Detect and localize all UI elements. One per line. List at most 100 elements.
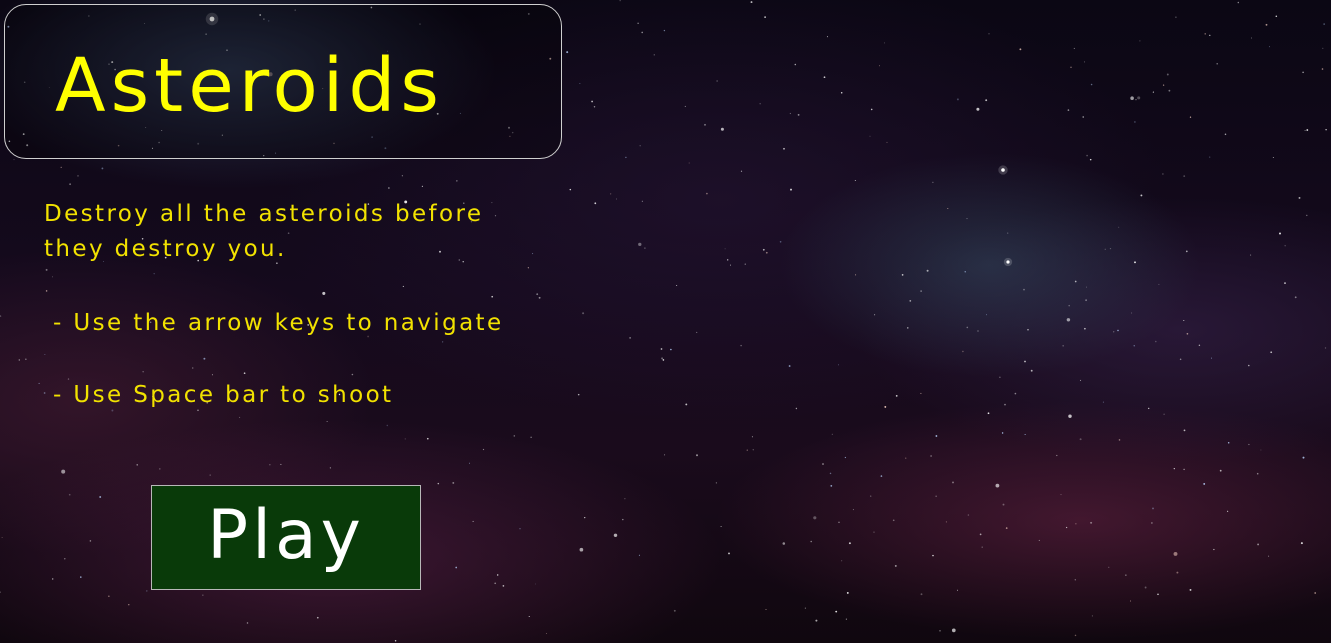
- star: [1175, 16, 1177, 19]
- star: [1084, 327, 1086, 330]
- star: [1024, 360, 1026, 363]
- star: [981, 546, 983, 548]
- star: [724, 248, 726, 250]
- star: [1113, 331, 1115, 333]
- star: [497, 574, 499, 576]
- star: [402, 285, 404, 287]
- play-button[interactable]: Play: [151, 485, 421, 590]
- star: [706, 192, 708, 195]
- star: [788, 365, 791, 367]
- star: [779, 240, 782, 243]
- star: [894, 564, 897, 567]
- star: [513, 435, 516, 437]
- star: [243, 372, 246, 375]
- star: [932, 181, 934, 183]
- bright-star: [1006, 260, 1010, 264]
- star: [613, 533, 618, 538]
- star: [1084, 61, 1086, 63]
- star: [831, 433, 833, 435]
- star: [1260, 449, 1262, 451]
- star: [1067, 109, 1070, 111]
- star: [530, 436, 532, 438]
- star: [822, 463, 824, 465]
- star: [458, 259, 460, 261]
- star: [939, 629, 941, 632]
- star: [840, 92, 843, 94]
- star: [1321, 68, 1324, 70]
- star: [740, 170, 743, 172]
- star: [577, 393, 580, 396]
- star: [947, 208, 949, 209]
- star: [491, 202, 493, 204]
- star: [1, 536, 3, 538]
- star: [192, 367, 194, 369]
- star: [1089, 158, 1092, 161]
- star: [1323, 23, 1325, 25]
- star: [1162, 173, 1164, 175]
- star: [1268, 46, 1270, 48]
- star: [641, 200, 643, 202]
- star: [1198, 344, 1201, 347]
- star: [1117, 329, 1119, 332]
- star: [594, 202, 597, 205]
- star: [892, 519, 895, 522]
- star: [752, 449, 754, 451]
- star: [1203, 482, 1206, 485]
- star: [1005, 527, 1008, 529]
- star: [952, 481, 954, 484]
- star: [762, 248, 765, 251]
- intro-text-line-2: they destroy you.: [44, 236, 287, 262]
- star: [326, 421, 328, 422]
- star: [1158, 283, 1160, 285]
- star: [494, 582, 497, 585]
- star: [1257, 543, 1260, 546]
- star: [452, 481, 455, 484]
- star: [1152, 507, 1154, 510]
- star: [1224, 133, 1227, 136]
- star: [153, 273, 155, 275]
- star: [999, 376, 1001, 378]
- game-title: Asteroids: [55, 43, 444, 129]
- game-start-screen: Asteroids Destroy all the asteroids befo…: [0, 0, 1331, 643]
- star: [77, 175, 79, 177]
- star: [966, 326, 969, 329]
- star: [52, 276, 53, 278]
- star: [1157, 593, 1159, 596]
- star: [765, 608, 767, 610]
- star: [1074, 579, 1076, 581]
- star: [462, 261, 464, 263]
- star: [629, 337, 631, 339]
- star: [1074, 280, 1077, 283]
- star: [1211, 357, 1212, 359]
- star: [1204, 33, 1206, 35]
- star: [1306, 214, 1308, 217]
- star: [641, 31, 644, 34]
- star: [870, 495, 872, 497]
- bright-star: [1001, 168, 1005, 172]
- star: [566, 51, 569, 54]
- star: [351, 373, 354, 376]
- star: [932, 554, 934, 557]
- star: [838, 364, 840, 366]
- star: [619, 0, 621, 2]
- star: [136, 464, 138, 466]
- star: [1185, 250, 1188, 253]
- star: [830, 485, 833, 487]
- star: [1314, 592, 1317, 594]
- star: [676, 285, 678, 286]
- play-button-label: Play: [207, 495, 365, 575]
- star: [532, 253, 534, 255]
- star: [1216, 63, 1218, 65]
- star: [926, 269, 929, 272]
- star: [1322, 47, 1324, 49]
- star: [1147, 407, 1150, 410]
- star: [750, 1, 753, 4]
- star: [1001, 432, 1004, 434]
- star: [1183, 319, 1185, 322]
- star: [704, 123, 706, 126]
- star: [1213, 548, 1215, 551]
- star: [1134, 121, 1136, 123]
- star: [145, 590, 148, 592]
- star: [795, 407, 798, 410]
- star: [1108, 566, 1110, 568]
